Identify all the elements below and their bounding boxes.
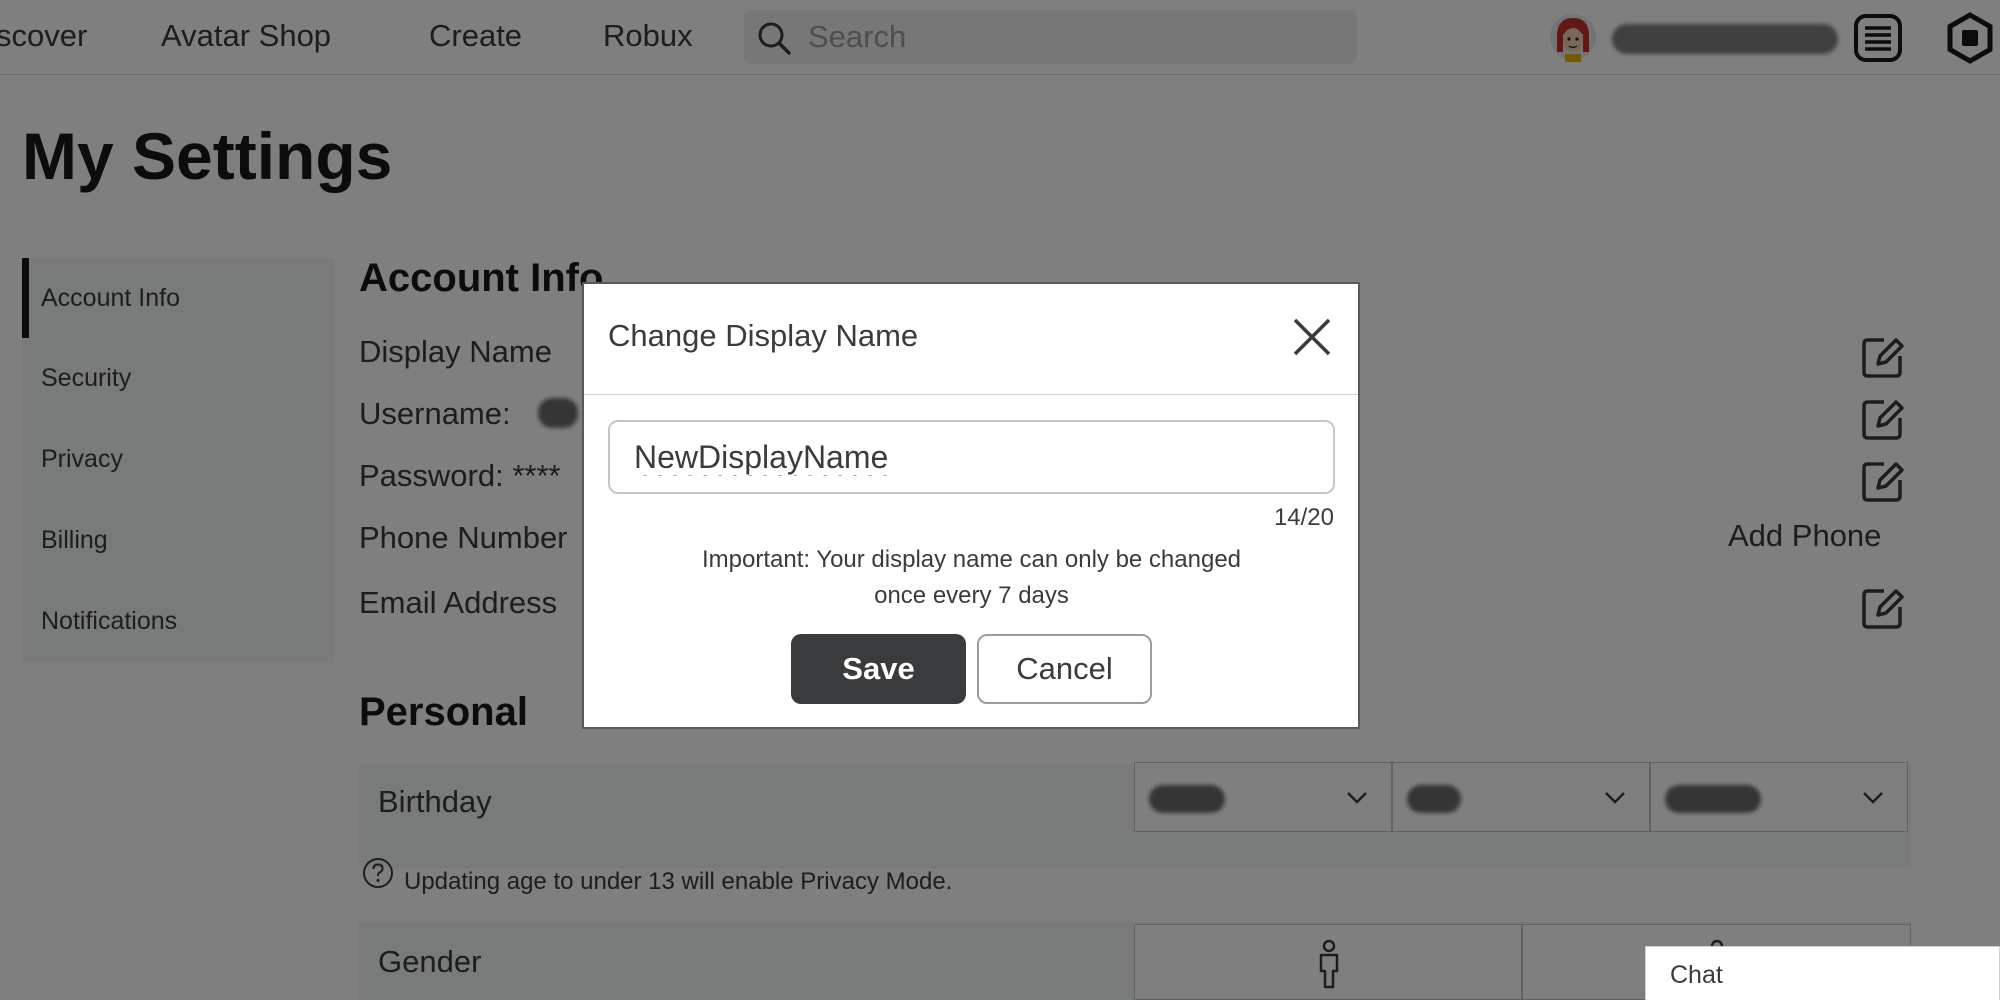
change-display-name-dialog: Change Display Name 14/20 Important: You… bbox=[582, 282, 1360, 729]
display-name-change-notice: Important: Your display name can only be… bbox=[608, 542, 1335, 614]
dialog-title: Change Display Name bbox=[608, 318, 919, 353]
notice-line-1: Important: Your display name can only be… bbox=[701, 546, 1242, 573]
notice-line-2: once every 7 days bbox=[874, 582, 1069, 609]
display-name-input[interactable] bbox=[608, 420, 1335, 494]
cancel-button[interactable]: Cancel bbox=[977, 634, 1152, 704]
close-icon[interactable] bbox=[1289, 314, 1335, 360]
chat-panel[interactable]: Chat bbox=[1645, 946, 2000, 1000]
save-button[interactable]: Save bbox=[791, 634, 966, 704]
dialog-divider bbox=[584, 394, 1358, 395]
chat-label: Chat bbox=[1670, 961, 1723, 989]
character-count: 14/20 bbox=[1273, 504, 1334, 531]
